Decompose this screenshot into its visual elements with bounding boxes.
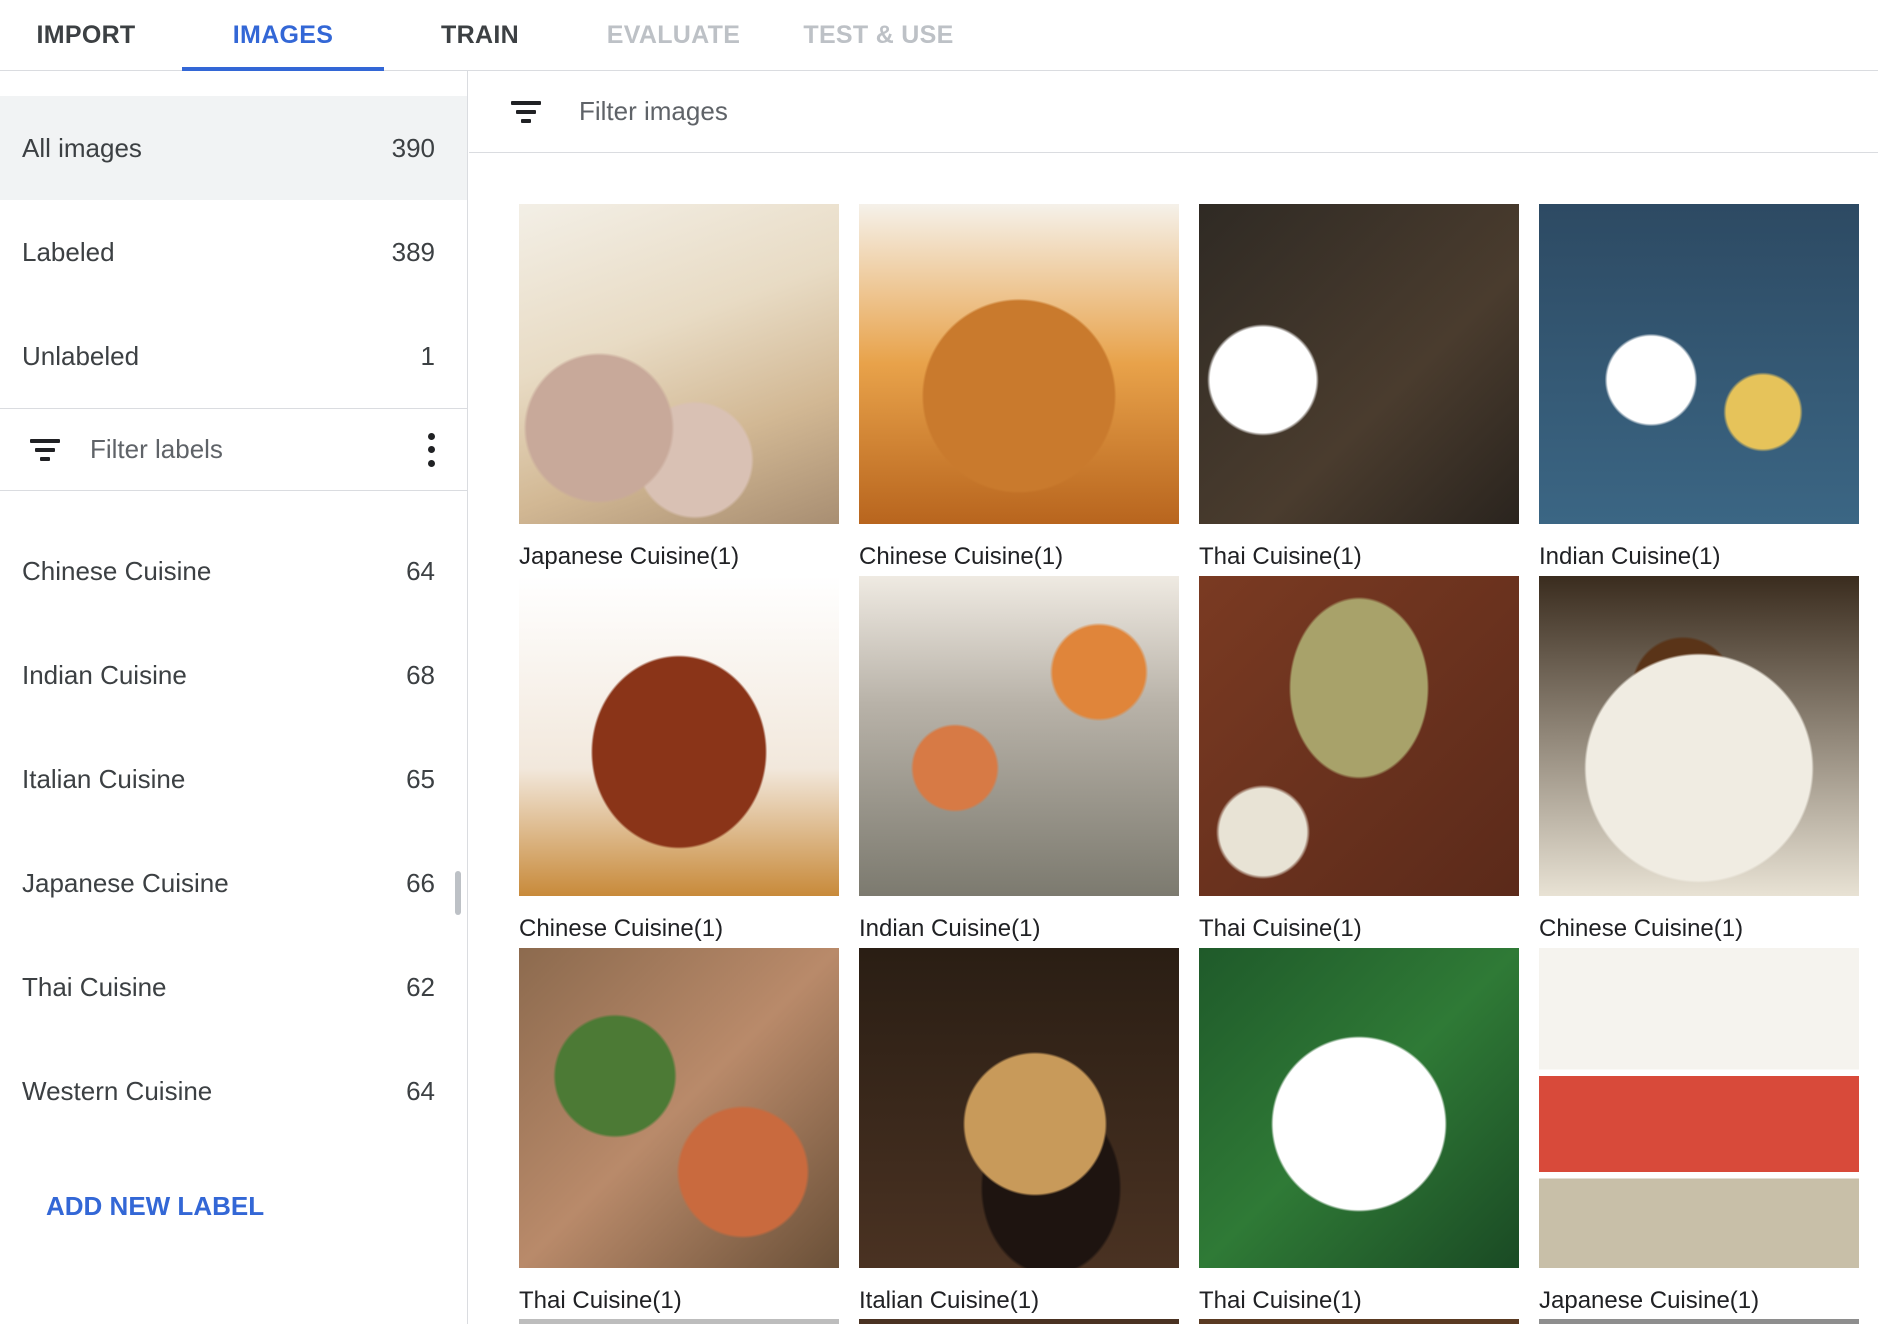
image-thumbnail[interactable]: [1199, 576, 1519, 896]
image-caption: Indian Cuisine(1): [859, 915, 1041, 942]
label-item-count: 65: [406, 763, 435, 794]
image-thumbnail[interactable]: [519, 948, 839, 1268]
label-filter-bar: Filter labels: [0, 409, 467, 490]
label-item-label: Italian Cuisine: [22, 763, 186, 794]
image-thumbnail[interactable]: [519, 576, 839, 896]
label-item-italian-cuisine[interactable]: Italian Cuisine 65: [0, 727, 467, 831]
image-thumbnail[interactable]: [1539, 1319, 1859, 1324]
sidebar-item-labeled[interactable]: Labeled 389: [0, 200, 467, 304]
sidebar-item-label: All images: [22, 132, 142, 163]
label-item-count: 62: [406, 971, 435, 1002]
tab-images[interactable]: IMAGES: [182, 0, 384, 71]
image-caption: Chinese Cuisine(1): [859, 543, 1064, 570]
tab-train[interactable]: TRAIN: [394, 0, 566, 70]
label-item-label: Japanese Cuisine: [22, 867, 229, 898]
sidebar-item-label: Labeled: [22, 236, 115, 267]
image-grid-next-row: [519, 1319, 1859, 1324]
image-caption: Italian Cuisine(1): [859, 1287, 1040, 1314]
filter-images-input[interactable]: Filter images: [579, 96, 728, 127]
image-card[interactable]: Japanese Cuisine(1): [519, 204, 839, 576]
label-item-thai-cuisine[interactable]: Thai Cuisine 62: [0, 935, 467, 1039]
image-caption: Thai Cuisine(1): [1199, 543, 1362, 570]
image-filter-bar: Filter images: [469, 71, 1878, 153]
image-thumbnail[interactable]: [859, 576, 1179, 896]
image-card[interactable]: Thai Cuisine(1): [519, 948, 839, 1320]
label-list: Chinese Cuisine 64 Indian Cuisine 68 Ita…: [0, 519, 467, 1143]
divider: [0, 490, 467, 491]
sidebar-item-count: 389: [391, 236, 435, 267]
image-card[interactable]: Thai Cuisine(1): [1199, 204, 1519, 576]
image-thumbnail[interactable]: [519, 204, 839, 524]
image-card[interactable]: Italian Cuisine(1): [859, 948, 1179, 1320]
more-vert-icon[interactable]: [425, 432, 437, 467]
image-card[interactable]: Indian Cuisine(1): [859, 576, 1179, 948]
label-item-count: 64: [406, 555, 435, 586]
image-thumbnail[interactable]: [859, 948, 1179, 1268]
label-item-label: Thai Cuisine: [22, 971, 167, 1002]
sidebar-item-count: 390: [391, 132, 435, 163]
image-card[interactable]: Chinese Cuisine(1): [519, 576, 839, 948]
label-item-label: Western Cuisine: [22, 1075, 213, 1106]
sidebar-item-label: Unlabeled: [22, 340, 140, 371]
filter-labels-input[interactable]: Filter labels: [90, 434, 425, 465]
tab-evaluate[interactable]: EVALUATE: [576, 0, 771, 70]
tab-test-and-use[interactable]: TEST & USE: [781, 0, 976, 70]
image-thumbnail[interactable]: [1539, 204, 1859, 524]
sidebar-scrollbar[interactable]: [455, 871, 461, 915]
sidebar-item-unlabeled[interactable]: Unlabeled 1: [0, 304, 467, 408]
label-item-western-cuisine[interactable]: Western Cuisine 64: [0, 1039, 467, 1143]
image-thumbnail[interactable]: [859, 1319, 1179, 1324]
sidebar-item-all-images[interactable]: All images 390: [0, 96, 467, 200]
add-new-label-button[interactable]: ADD NEW LABEL: [46, 1191, 264, 1222]
image-caption: Thai Cuisine(1): [519, 1287, 682, 1314]
image-caption: Chinese Cuisine(1): [1539, 915, 1744, 942]
sidebar: All images 390 Labeled 389 Unlabeled 1 F…: [0, 71, 468, 1324]
filter-list-icon[interactable]: [511, 100, 541, 123]
sidebar-item-count: 1: [420, 340, 435, 371]
label-item-label: Chinese Cuisine: [22, 555, 212, 586]
image-caption: Chinese Cuisine(1): [519, 915, 724, 942]
image-card[interactable]: Chinese Cuisine(1): [859, 204, 1179, 576]
image-caption: Japanese Cuisine(1): [519, 543, 740, 570]
image-thumbnail[interactable]: [1539, 948, 1859, 1268]
label-item-indian-cuisine[interactable]: Indian Cuisine 68: [0, 623, 467, 727]
image-thumbnail[interactable]: [1199, 1319, 1519, 1324]
image-card[interactable]: Thai Cuisine(1): [1199, 948, 1519, 1320]
label-item-count: 68: [406, 659, 435, 690]
image-caption: Thai Cuisine(1): [1199, 1287, 1362, 1314]
image-thumbnail[interactable]: [1199, 948, 1519, 1268]
label-item-count: 66: [406, 867, 435, 898]
image-thumbnail[interactable]: [1539, 576, 1859, 896]
image-caption: Indian Cuisine(1): [1539, 543, 1721, 570]
image-card[interactable]: Japanese Cuisine(1): [1539, 948, 1859, 1320]
label-item-chinese-cuisine[interactable]: Chinese Cuisine 64: [0, 519, 467, 623]
image-card[interactable]: Indian Cuisine(1): [1539, 204, 1859, 576]
tab-import[interactable]: IMPORT: [0, 0, 172, 70]
label-item-label: Indian Cuisine: [22, 659, 187, 690]
image-card[interactable]: Thai Cuisine(1): [1199, 576, 1519, 948]
image-card[interactable]: Chinese Cuisine(1): [1539, 576, 1859, 948]
tab-bar: IMPORT IMAGES TRAIN EVALUATE TEST & USE: [0, 0, 1878, 71]
main-panel: Filter images Japanese Cuisine(1) Chines…: [469, 71, 1878, 1324]
filter-list-icon[interactable]: [30, 438, 60, 461]
image-caption: Japanese Cuisine(1): [1539, 1287, 1760, 1314]
image-caption: Thai Cuisine(1): [1199, 915, 1362, 942]
image-thumbnail[interactable]: [519, 1319, 839, 1324]
label-item-japanese-cuisine[interactable]: Japanese Cuisine 66: [0, 831, 467, 935]
image-thumbnail[interactable]: [1199, 204, 1519, 524]
label-item-count: 64: [406, 1075, 435, 1106]
image-grid: Japanese Cuisine(1) Chinese Cuisine(1) T…: [519, 204, 1859, 1320]
image-thumbnail[interactable]: [859, 204, 1179, 524]
